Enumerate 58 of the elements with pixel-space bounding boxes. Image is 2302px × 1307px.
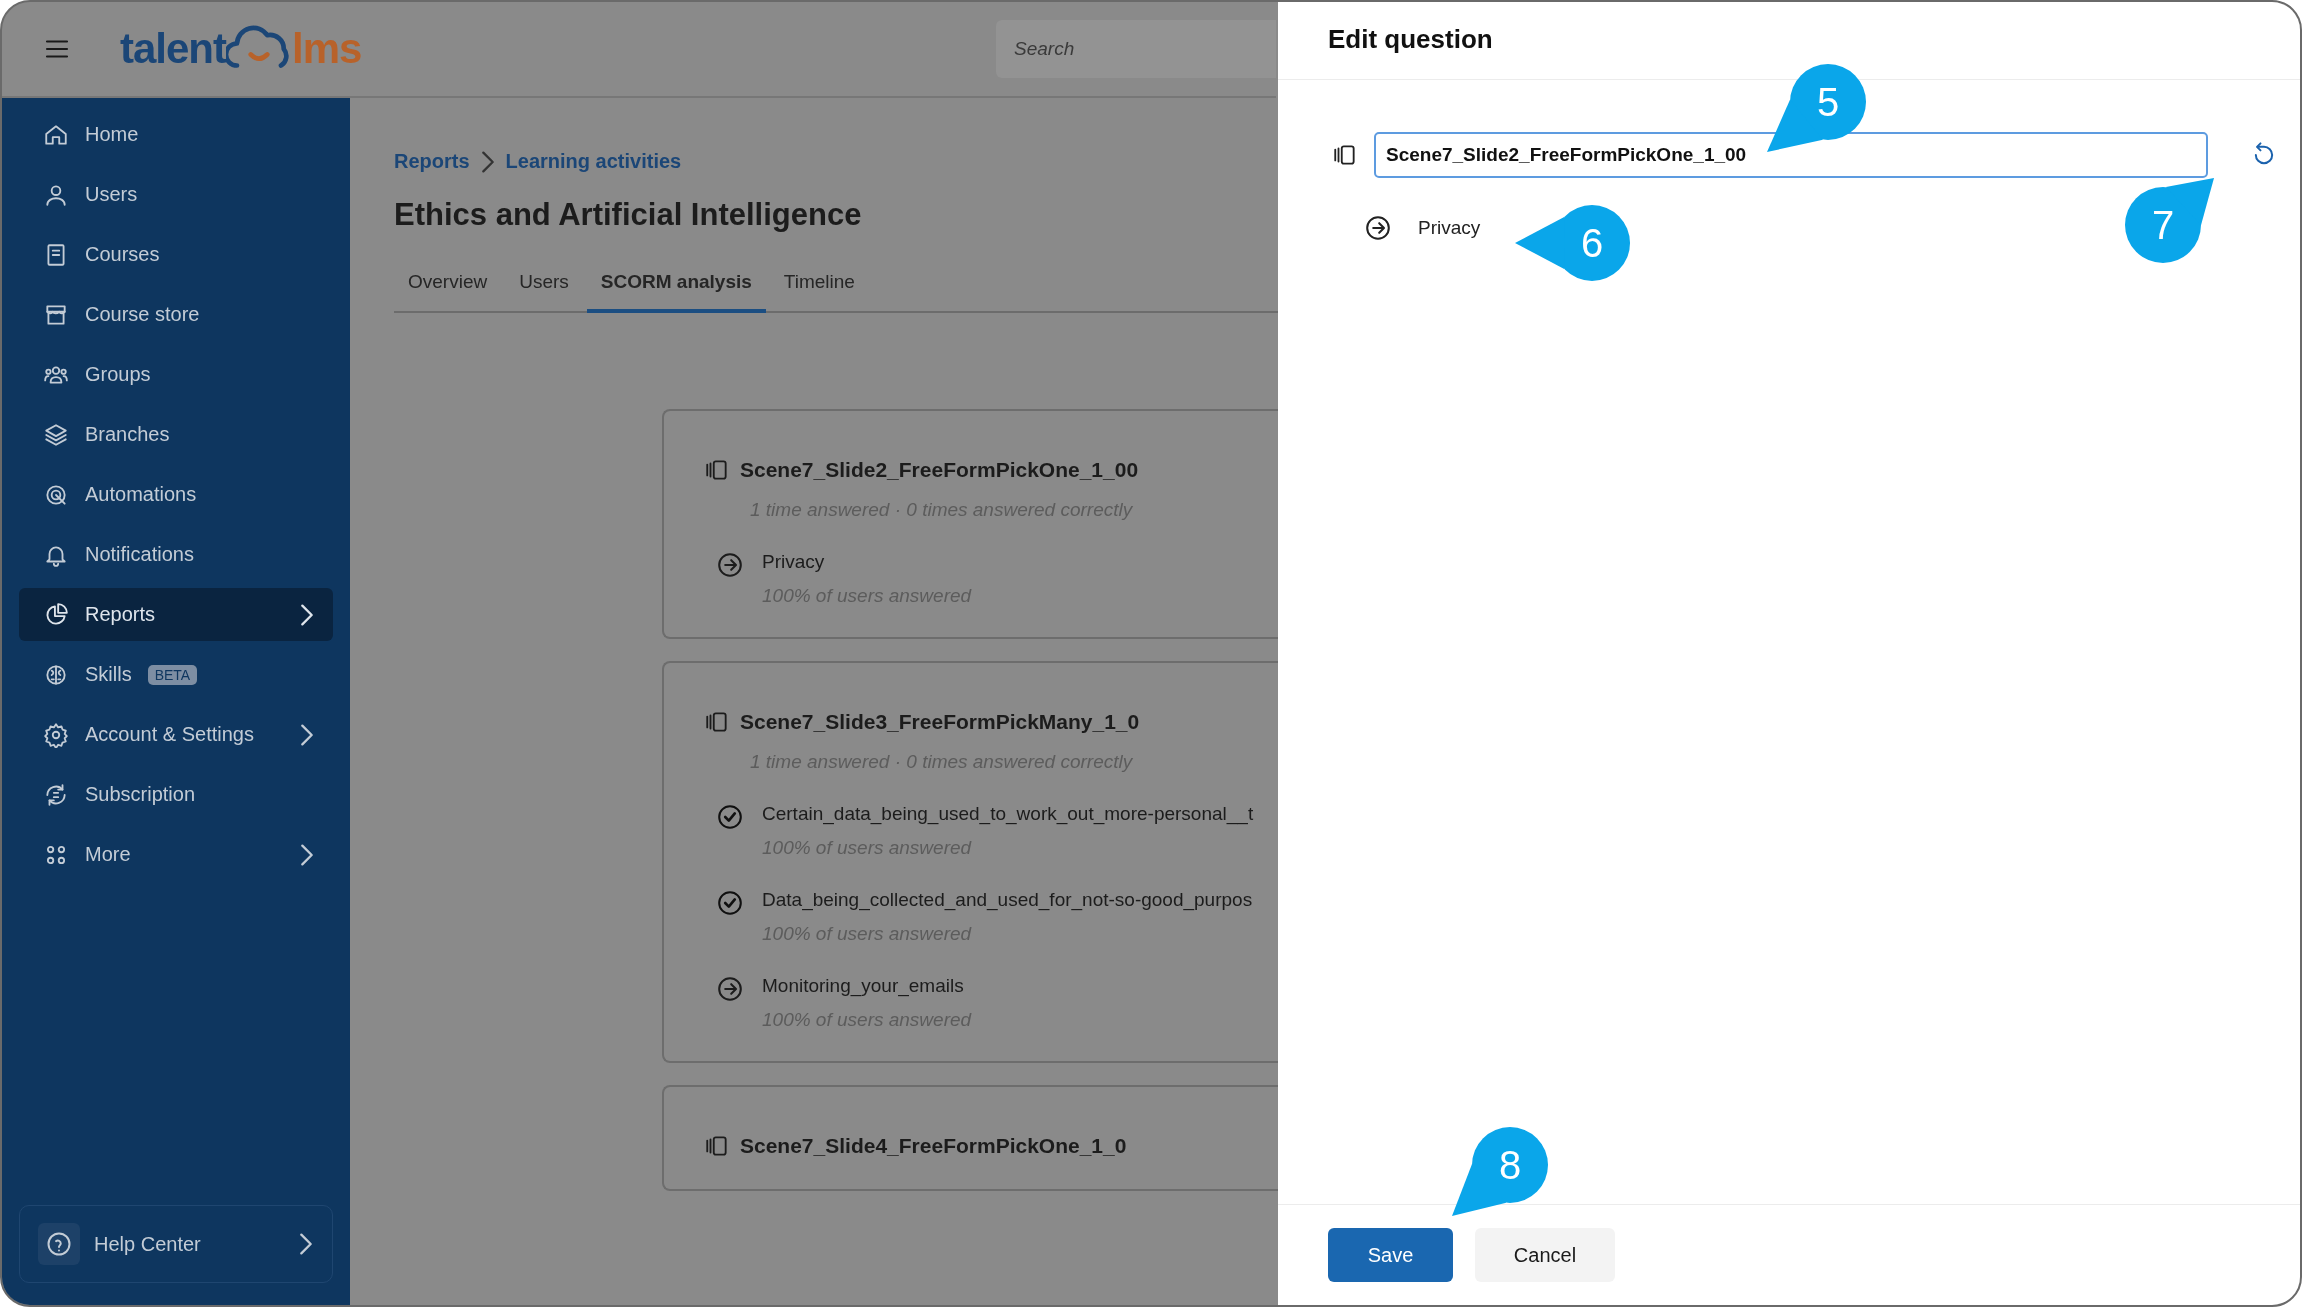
tab[interactable]: SCORM analysis (586, 259, 766, 313)
chevron-right-icon (300, 1233, 312, 1255)
help-center-label: Help Center (94, 1232, 201, 1256)
sidebar-label: Reports (85, 603, 156, 626)
sidebar-label: Account & Settings (85, 723, 254, 746)
question-title: Scene7_Slide2_FreeFormPickOne_1_00 (740, 458, 1139, 482)
sidebar-item[interactable]: Account & Settings (19, 708, 333, 761)
arrow-circle-icon (1366, 216, 1390, 240)
sidebar-label: Course store (85, 303, 200, 326)
answer-text: Privacy (762, 551, 826, 573)
sidebar-label: More (85, 843, 131, 866)
sidebar-item[interactable]: Skills BETA (19, 648, 333, 701)
sidebar-label: Users (85, 183, 138, 206)
sidebar-item[interactable]: Users (19, 168, 333, 221)
question-cards-icon (704, 457, 730, 483)
question-cards-icon (704, 1133, 730, 1159)
answer-text: Monitoring_your_emails (762, 975, 965, 997)
search-field[interactable]: Search (996, 20, 1276, 78)
sidebar-item[interactable]: Branches (19, 408, 333, 461)
sidebar-label: Courses (85, 243, 160, 266)
sidebar-label: Automations (85, 483, 197, 506)
sidebar-label: Home (85, 123, 139, 146)
question-cards-icon (1332, 142, 1358, 168)
sidebar-item[interactable]: Reports (19, 588, 333, 641)
sidebar-item[interactable]: Notifications (19, 528, 333, 581)
answer-text: Privacy (1418, 217, 1481, 239)
tab[interactable]: Users (505, 259, 583, 313)
layers-icon (43, 421, 69, 448)
sidebar-label: Branches (85, 423, 170, 446)
sidebar-item[interactable]: Course store (19, 288, 333, 341)
sidebar-label: Skills (85, 663, 132, 686)
sidebar-label: Groups (85, 363, 151, 386)
logo-text: talent (120, 25, 226, 73)
sidebar-item[interactable]: Groups (19, 348, 333, 401)
question-circle-icon (45, 1230, 73, 1258)
answer-text: Certain_data_being_used_to_work_out_more-personal__t (762, 803, 1254, 825)
chevron-right-icon (481, 150, 494, 173)
sidebar-item[interactable]: Home (19, 108, 333, 161)
cancel-button[interactable]: Cancel (1475, 1228, 1615, 1282)
tab[interactable]: Timeline (769, 259, 869, 313)
page-title: Ethics and Artificial Intelligence (394, 197, 863, 233)
gear-icon (43, 721, 69, 748)
sidebar-item[interactable]: Courses (19, 228, 333, 281)
sidebar-label: Subscription (85, 783, 196, 806)
sidebar-item[interactable]: More (19, 828, 333, 881)
question-title: Scene7_Slide4_FreeFormPickOne_1_0 (740, 1134, 1127, 1158)
question-input[interactable]: Scene7_Slide2_FreeFormPickOne_1_00 (1374, 132, 2208, 178)
sidebar-item[interactable]: Subscription (19, 768, 333, 821)
answer-text: Data_being_collected_and_used_for_not-so-good_purpos (762, 889, 1253, 911)
beta-badge: BETA (147, 664, 198, 685)
logo-text: lms (292, 25, 362, 73)
question-title: Scene7_Slide3_FreeFormPickMany_1_0 (740, 710, 1140, 734)
save-button[interactable]: Save (1328, 1228, 1453, 1282)
help-center-button[interactable]: Help Center (19, 1205, 333, 1283)
question-cards-icon (704, 709, 730, 735)
tab[interactable]: Overview (394, 259, 502, 313)
sidebar-label: Notifications (85, 543, 194, 566)
sidebar-item[interactable]: Automations (19, 468, 333, 521)
